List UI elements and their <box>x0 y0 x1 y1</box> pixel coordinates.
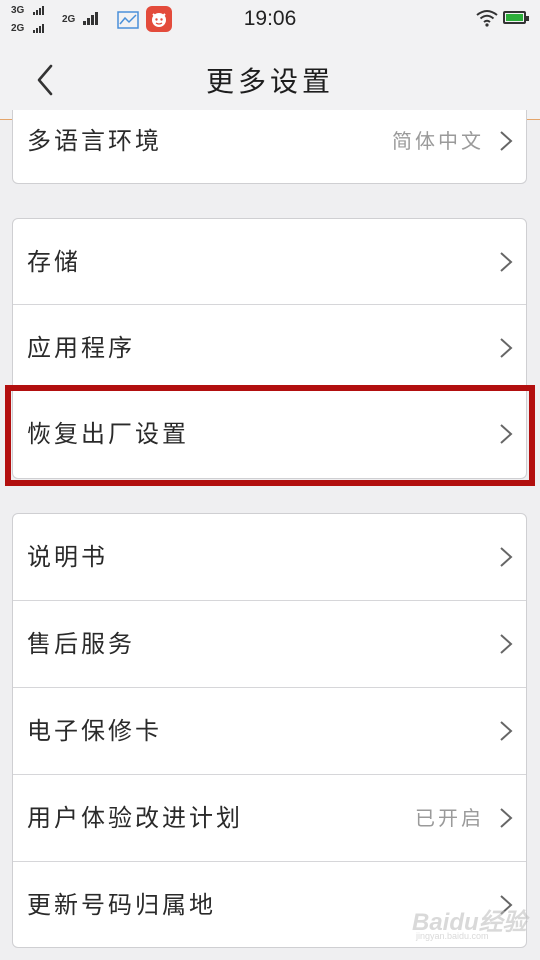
list-item-value: 已开启 <box>415 806 484 830</box>
settings-group-system: 存储 应用程序 恢复出厂设置 <box>12 218 527 479</box>
list-item-label: 电子保修卡 <box>27 717 162 745</box>
chevron-right-icon <box>500 547 513 567</box>
list-item-label: 存储 <box>27 248 81 276</box>
chevron-right-icon <box>500 634 513 654</box>
list-item-apps[interactable]: 应用程序 <box>13 305 526 391</box>
list-item-factory-reset[interactable]: 恢复出厂设置 <box>13 391 526 477</box>
watermark-url: jingyan.baidu.com <box>416 931 489 941</box>
list-item-label: 恢复出厂设置 <box>27 420 189 448</box>
list-item-label: 更新号码归属地 <box>27 891 216 919</box>
status-bar: 3G 2G 2G 19:06 <box>0 0 540 38</box>
chevron-right-icon <box>500 808 513 828</box>
wifi-icon <box>476 10 498 27</box>
list-item-value: 简体中文 <box>392 129 484 153</box>
watermark: Baidu经验 jingyan.baidu.com <box>412 900 530 948</box>
chevron-right-icon <box>500 338 513 358</box>
list-item-warranty-card[interactable]: 电子保修卡 <box>13 688 526 775</box>
chevron-right-icon <box>500 131 513 151</box>
title-bar: 更多设置 <box>0 38 540 120</box>
settings-group-support: 说明书 售后服务 电子保修卡 用户体验改进计划 已开启 更新号码归属地 <box>12 513 527 948</box>
list-item-manual[interactable]: 说明书 <box>13 514 526 601</box>
chevron-right-icon <box>500 252 513 272</box>
list-item-label: 多语言环境 <box>27 127 162 155</box>
page-title: 更多设置 <box>205 65 334 98</box>
status-time: 19:06 <box>243 7 297 30</box>
list-item-ux-improvement[interactable]: 用户体验改进计划 已开启 <box>13 775 526 862</box>
battery-icon <box>503 11 529 24</box>
list-item-label: 应用程序 <box>27 334 135 362</box>
list-item-after-sales[interactable]: 售后服务 <box>13 601 526 688</box>
chevron-right-icon <box>500 721 513 741</box>
list-item-storage[interactable]: 存储 <box>13 219 526 305</box>
list-item-label: 售后服务 <box>27 630 135 658</box>
list-item-language[interactable]: 多语言环境 简体中文 <box>13 110 526 183</box>
list-item-label: 说明书 <box>27 543 108 571</box>
chevron-right-icon <box>500 424 513 444</box>
settings-group-language: 多语言环境 简体中文 <box>12 110 527 184</box>
list-item-label: 用户体验改进计划 <box>27 804 243 832</box>
